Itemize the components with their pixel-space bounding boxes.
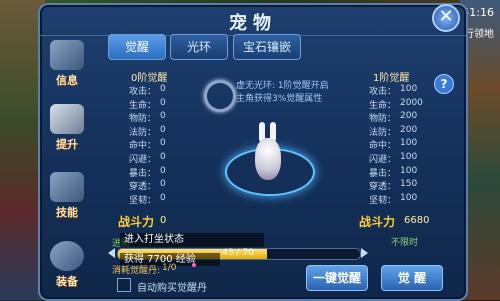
- help-icon[interactable]: ?: [434, 74, 454, 94]
- bar-left-arrow-icon: [108, 248, 115, 258]
- side-tab-equipment[interactable]: 装备: [47, 241, 87, 288]
- auto-buy-label: 自动购买觉醒丹: [137, 283, 207, 294]
- stat-label: 命中：: [129, 141, 157, 152]
- tab-awaken[interactable]: 觉醒: [108, 34, 166, 60]
- map-name: 行领地: [464, 29, 494, 40]
- halo-info-line1: 虚无光环: 1阶觉醒开启: [236, 81, 329, 91]
- stat-label: 法防：: [369, 127, 397, 138]
- halo-info: 虚无光环: 1阶觉醒开启 主角获得3%觉醒属性: [236, 80, 329, 106]
- awaken-button[interactable]: 觉 醒: [381, 265, 443, 291]
- title-bar: 宠物: [40, 5, 466, 36]
- stat-value: 0: [160, 152, 166, 162]
- left-column-title: 0阶觉醒: [131, 73, 168, 84]
- pet-rabbit-model: [255, 138, 281, 180]
- time-limit-label: 不限时: [391, 238, 419, 248]
- side-tab-skill[interactable]: 技能: [47, 172, 87, 219]
- stat-label: 生命：: [369, 100, 397, 111]
- right-power-label: 战斗力: [359, 215, 396, 229]
- stat-value: 100: [400, 84, 418, 94]
- window-title: 宠物: [229, 13, 277, 34]
- stat-value: 150: [400, 179, 418, 190]
- stat-value: 0: [160, 138, 166, 149]
- stat-label: 坚韧：: [129, 195, 157, 206]
- consume-label: 消耗觉醒丹:: [112, 266, 161, 276]
- side-tab-upgrade[interactable]: 提升: [47, 104, 87, 151]
- stat-value: 100: [400, 192, 418, 203]
- stat-label: 坚韧：: [369, 195, 397, 206]
- stat-value: 0: [160, 192, 166, 203]
- stat-value: 100: [400, 152, 418, 162]
- tab-gem-inlay[interactable]: 宝石镶嵌: [233, 34, 301, 60]
- stat-value: 100: [400, 165, 418, 176]
- meditate-tooltip: 进入打坐状态: [120, 233, 264, 247]
- halo-info-line2: 主角获得3%觉醒属性: [236, 94, 323, 104]
- consume-value: 1/0: [162, 263, 177, 273]
- sparkle-icon: [192, 263, 196, 267]
- stat-label: 攻击：: [369, 87, 397, 97]
- stat-label: 闪避：: [129, 155, 157, 165]
- stat-label: 物防：: [369, 114, 397, 125]
- stat-label: 生命：: [129, 100, 157, 111]
- wolf-emblem-icon: [50, 104, 84, 134]
- side-tab-label: 技能: [56, 206, 78, 219]
- stat-label: 闪避：: [369, 155, 397, 165]
- stat-label: 穿透：: [129, 182, 157, 193]
- left-power-label: 战斗力: [118, 215, 155, 229]
- halo-ring-icon: [204, 80, 236, 112]
- stat-label: 命中：: [369, 141, 397, 152]
- stat-value: 0: [160, 97, 166, 108]
- one-click-awaken-button[interactable]: 一键觉醒: [306, 265, 368, 291]
- side-tab-label: 装备: [56, 275, 78, 288]
- side-tab-label: 信息: [56, 74, 78, 87]
- side-tab-label: 提升: [56, 138, 78, 151]
- tab-halo[interactable]: 光环: [170, 34, 228, 60]
- stat-value: 0: [160, 179, 166, 190]
- right-power-value: 6680: [404, 215, 430, 226]
- left-power-value: 0: [160, 215, 167, 226]
- stat-value: 200: [400, 124, 418, 135]
- skill-book-icon: [50, 172, 84, 202]
- bar-right-arrow-icon: [361, 248, 368, 258]
- stat-value: 200: [400, 111, 418, 122]
- stat-value: 0: [160, 111, 166, 122]
- close-icon[interactable]: ✕: [432, 4, 460, 32]
- stat-label: 暴击：: [369, 168, 397, 179]
- stat-label: 暴击：: [129, 168, 157, 179]
- side-tab-info[interactable]: 信息: [47, 40, 87, 87]
- stat-label: 法防：: [129, 127, 157, 138]
- stat-label: 物防：: [129, 114, 157, 125]
- book-info-icon: [50, 40, 84, 70]
- stat-value: 100: [400, 138, 418, 149]
- right-column-title: 1阶觉醒: [373, 73, 410, 84]
- stat-value: 2000: [400, 97, 423, 108]
- stat-value: 0: [160, 124, 166, 135]
- stat-value: 0: [160, 84, 166, 94]
- stat-label: 攻击：: [129, 87, 157, 97]
- equipment-ring-icon: [50, 241, 84, 271]
- stat-value: 0: [160, 165, 166, 176]
- auto-buy-checkbox[interactable]: [117, 278, 131, 292]
- stat-label: 穿透：: [369, 182, 397, 193]
